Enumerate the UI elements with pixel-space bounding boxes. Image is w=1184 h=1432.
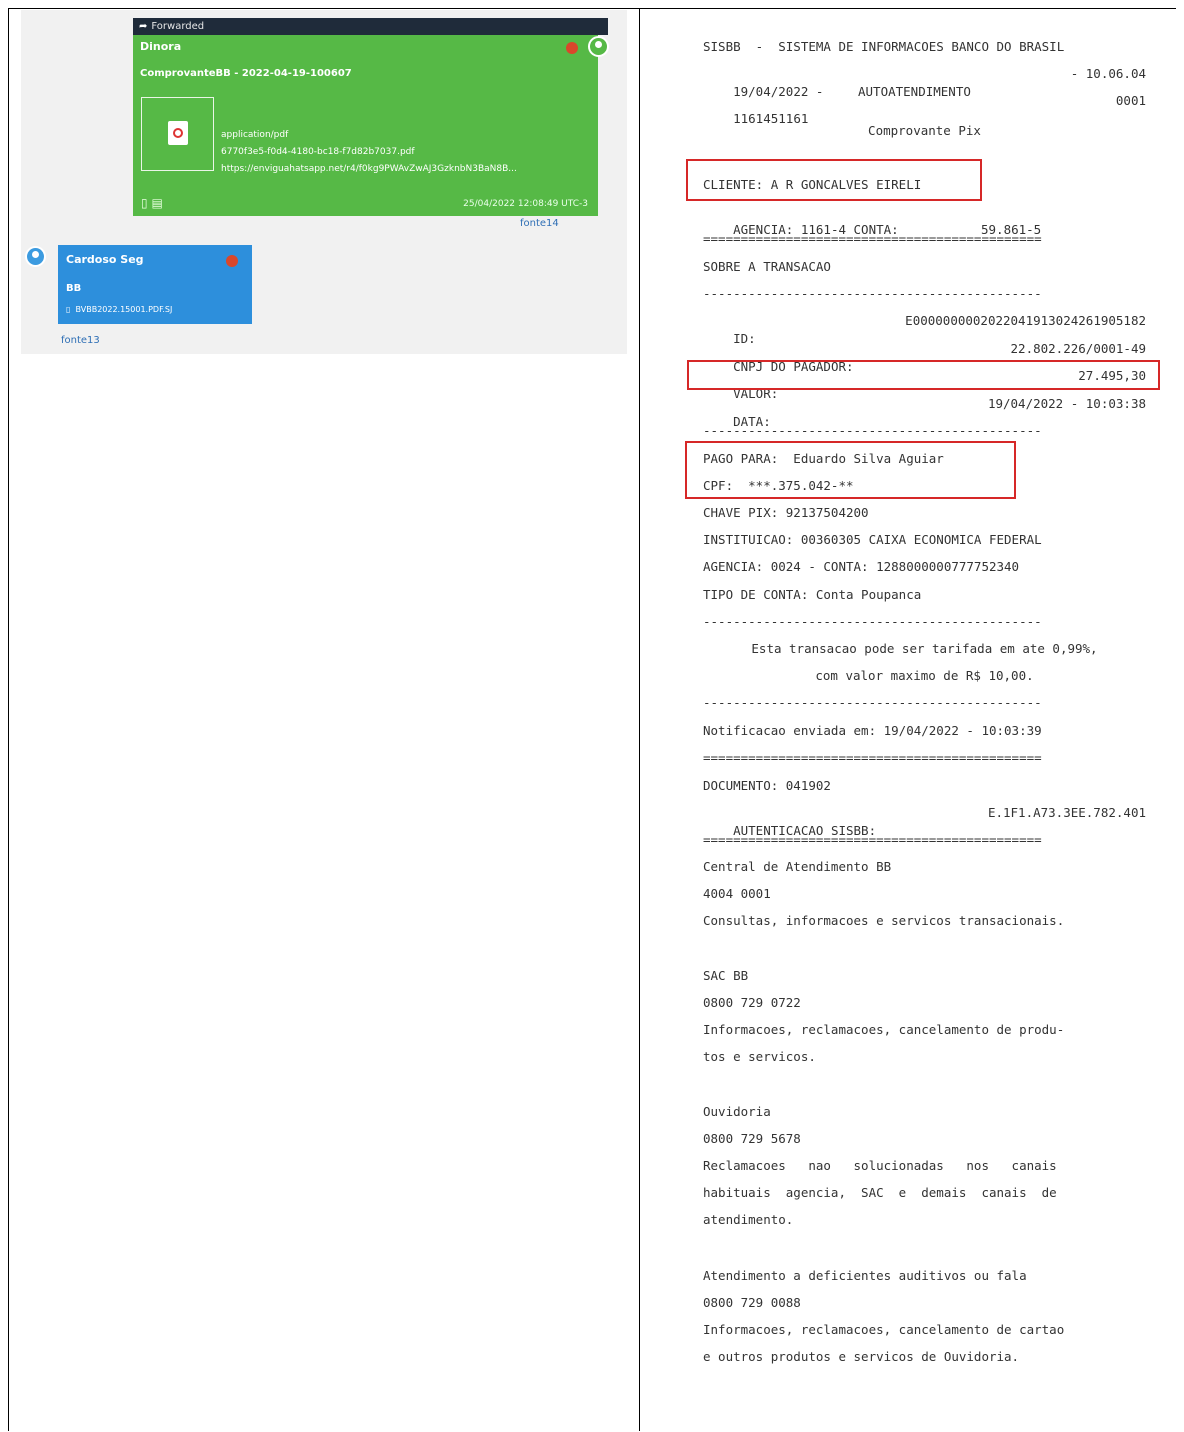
avatar: [588, 36, 609, 57]
notificacao-line: Notificacao enviada em: 19/04/2022 - 10:…: [703, 723, 1042, 738]
source-link[interactable]: fonte13: [61, 335, 100, 346]
ouvidoria-title: Ouvidoria: [703, 1104, 771, 1119]
cnpj-line: CNPJ DO PAGADOR: 22.802.226/0001-49: [703, 340, 1146, 374]
forwarded-bar: ➦ Forwarded: [133, 18, 608, 35]
sender-name: Cardoso Seg: [66, 253, 144, 266]
receipt-title: Comprovante Pix: [868, 123, 981, 138]
header-line-1: SISBB - SISTEMA DE INFORMACOES BANCO DO …: [703, 39, 1065, 54]
instituicao-line: INSTITUICAO: 00360305 CAIXA ECONOMICA FE…: [703, 532, 1042, 547]
ouvidoria-desc-2: habituais agencia, SAC e demais canais d…: [703, 1185, 1057, 1200]
chave-pix-line: CHAVE PIX: 92137504200: [703, 505, 869, 520]
id-value: E0000000002022041913024261905182: [905, 313, 1146, 328]
header-line-2: 19/04/2022 - AUTOATENDIMENTO - 10.06.04: [703, 65, 1146, 99]
agencia-line: AGENCIA: 1161-4 CONTA: 59.861-5: [703, 203, 1146, 237]
central-phone: 4004 0001: [703, 886, 771, 901]
sender-name: Dinora: [140, 40, 182, 53]
separator-eq: ========================================…: [703, 832, 1042, 847]
sac-desc-2: tos e servicos.: [703, 1049, 816, 1064]
message-timestamp: 25/04/2022 12:08:49 UTC-3: [463, 199, 588, 209]
separator-dash: ----------------------------------------…: [703, 423, 1042, 438]
separator-dash: ----------------------------------------…: [703, 695, 1042, 710]
sac-phone: 0800 729 0722: [703, 995, 801, 1010]
message-bubble-text[interactable]: Cardoso Seg BB ▯ BVBB2022.15001.PDF.SJ: [58, 245, 252, 324]
separator-dash: ----------------------------------------…: [703, 614, 1042, 629]
message-file: ▯ BVBB2022.15001.PDF.SJ: [66, 305, 172, 314]
autenticacao-value: E.1F1.A73.3EE.782.401: [987, 805, 1146, 820]
file-type: application/pdf: [221, 130, 289, 140]
table-border-left: [8, 8, 9, 1431]
attachment-icons: ▯ ▤: [141, 196, 163, 210]
table-border-middle: [639, 8, 640, 1431]
highlight-cliente: [686, 159, 982, 201]
status-dot-icon: [226, 255, 238, 267]
highlight-pago-para: [685, 441, 1016, 499]
ouvidoria-desc-3: atendimento.: [703, 1212, 794, 1227]
separator-eq: ========================================…: [703, 231, 1042, 246]
ouvidoria-phone: 0800 729 5678: [703, 1131, 801, 1146]
avatar: [25, 246, 46, 267]
ouvidoria-desc-1: Reclamacoes nao solucionadas nos canais: [703, 1158, 1057, 1173]
file-url[interactable]: https://enviguahatsapp.net/r4/f0kg9PWAvZ…: [221, 161, 591, 178]
sobre-heading: SOBRE A TRANSACAO: [703, 259, 831, 274]
phone-icon: ▯: [66, 305, 76, 314]
cnpj-value: 22.802.226/0001-49: [1010, 341, 1146, 356]
file-meta: application/pdf 6770f3e5-f0d4-4180-bc18-…: [221, 127, 591, 178]
message-title: ComprovanteBB - 2022-04-19-100607: [140, 68, 352, 79]
deficientes-desc-1: Informacoes, reclamacoes, cancelamento d…: [703, 1322, 1065, 1337]
message-bubble-pdf[interactable]: Dinora ComprovanteBB - 2022-04-19-100607…: [133, 35, 598, 216]
chat-panel: ➦ Forwarded Dinora ComprovanteBB - 2022-0…: [21, 10, 627, 354]
save-icon[interactable]: ▤: [151, 196, 162, 210]
file-name[interactable]: BVBB2022.15001.PDF.SJ: [76, 305, 173, 314]
message-body: BB: [66, 283, 82, 294]
header-time: - 10.06.04: [1070, 66, 1146, 81]
agencia-destino-line: AGENCIA: 0024 - CONTA: 12880000007777523…: [703, 559, 1020, 574]
documento-line: DOCUMENTO: 041902: [703, 778, 831, 793]
separator-dash: ----------------------------------------…: [703, 286, 1042, 301]
sac-desc-1: Informacoes, reclamacoes, cancelamento d…: [703, 1022, 1065, 1037]
forwarded-label: Forwarded: [151, 21, 205, 32]
data-line: DATA: 19/04/2022 - 10:03:38: [703, 395, 1146, 429]
terminal-seq: 0001: [1115, 93, 1146, 108]
sac-title: SAC BB: [703, 968, 749, 983]
phone-icon: ▯: [141, 196, 148, 210]
file-attachment[interactable]: [141, 97, 214, 171]
deficientes-desc-2: e outros produtos e servicos de Ouvidori…: [703, 1349, 1020, 1364]
deficientes-phone: 0800 729 0088: [703, 1295, 801, 1310]
highlight-valor: [687, 360, 1160, 390]
id-line: ID: E0000000002022041913024261905182: [703, 312, 1146, 346]
autenticacao-line: AUTENTICACAO SISBB: E.1F1.A73.3EE.782.401: [703, 804, 1146, 838]
header-line-3: 1161451161 0001: [703, 92, 1146, 126]
pdf-icon: [168, 121, 188, 145]
tipo-conta-line: TIPO DE CONTA: Conta Poupanca: [703, 587, 922, 602]
data-value: 19/04/2022 - 10:03:38: [987, 396, 1146, 411]
central-title: Central de Atendimento BB: [703, 859, 892, 874]
deficientes-title: Atendimento a deficientes auditivos ou f…: [703, 1268, 1027, 1283]
file-name: 6770f3e5-f0d4-4180-bc18-f7d82b7037.pdf: [221, 147, 415, 157]
forward-arrow-icon: ➦: [139, 21, 148, 32]
central-desc: Consultas, informacoes e servicos transa…: [703, 913, 1065, 928]
status-dot-icon: [566, 42, 578, 54]
tarifa-line-2: com valor maximo de R$ 10,00.: [815, 668, 1034, 683]
source-link[interactable]: fonte14: [520, 218, 559, 229]
tarifa-line-1: Esta transacao pode ser tarifada em ate …: [751, 641, 1098, 656]
separator-eq: ========================================…: [703, 750, 1042, 765]
